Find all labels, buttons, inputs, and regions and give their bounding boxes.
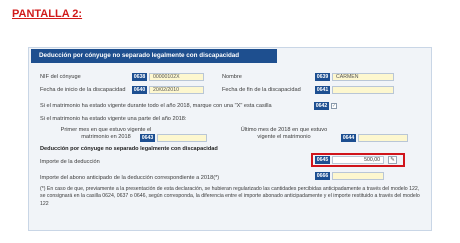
vigente-todo-code: 0642 [314,102,329,110]
section-title: Deducción por cónyuge no separado legalm… [40,146,218,152]
primer-mes-code: 0643 [140,134,155,142]
ultimo-mes-field[interactable] [358,134,408,142]
importe-field[interactable]: 500,00 [332,156,384,164]
vigente-todo-label: Si el matrimonio ha estado vigente duran… [40,103,272,109]
vigente-todo-checkbox[interactable]: ✓ [331,103,337,109]
nif-field[interactable]: 00000102X [149,73,204,81]
nif-label: NIF del cónyuge [40,74,81,80]
abono-label: Importe del abono anticipado de la deduc… [40,175,220,181]
fecha-fin-label: Fecha de fin de la discapacidad [222,87,301,93]
ultimo-mes-label: Último mes de 2018 en que estuvo vigente… [240,127,328,140]
nombre-field[interactable]: CARMEN [332,73,394,81]
nombre-code: 0639 [315,73,330,81]
ultimo-mes-code: 0644 [341,134,356,142]
fecha-inicio-field[interactable]: 20/02/2010 [149,86,204,94]
pencil-icon[interactable]: ✎ [388,156,397,164]
fecha-inicio-code: 0640 [132,86,147,94]
fecha-inicio-label: Fecha de inicio de la discapacidad [40,87,126,93]
fecha-fin-code: 0641 [315,86,330,94]
abono-field[interactable] [332,172,384,180]
page-title: PANTALLA 2: [12,8,83,20]
footnote: (*) En caso de que, previamente a la pre… [40,186,420,207]
primer-mes-field[interactable] [157,134,207,142]
nombre-label: Nombre [222,74,242,80]
primer-mes-label: Primer mes en que estuvo vigente el matr… [60,127,152,140]
importe-code: 0645 [315,156,330,164]
nif-code: 0638 [132,73,147,81]
importe-label: Importe de la deducción [40,159,100,165]
fecha-fin-field[interactable] [332,86,394,94]
abono-code: 0666 [315,172,330,180]
panel-header: Deducción por cónyuge no separado legalm… [31,49,277,63]
vigente-parte-label: Si el matrimonio ha estado vigente una p… [40,116,187,122]
